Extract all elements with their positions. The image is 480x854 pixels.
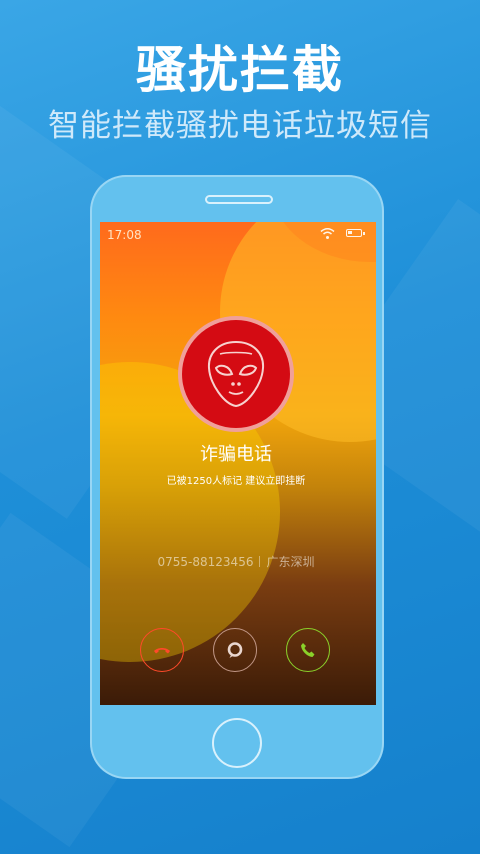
message-icon <box>227 642 243 658</box>
answer-icon <box>301 643 315 657</box>
alien-icon <box>207 340 265 408</box>
divider <box>259 556 261 567</box>
promo-title: 骚扰拦截 <box>136 41 344 99</box>
answer-button[interactable] <box>286 628 330 672</box>
caller-label: 诈骗电话 <box>200 444 272 465</box>
promo-subtitle: 智能拦截骚扰电话垃圾短信 <box>48 108 432 144</box>
battery-level <box>348 231 352 234</box>
battery-icon <box>346 229 365 237</box>
caller-number: 0755-88123456 <box>157 555 254 569</box>
caller-location: 广东深圳 <box>266 555 315 569</box>
phone-home-button <box>212 718 262 768</box>
caller-warning: 已被1250人标记 建议立即挂断 <box>166 476 306 487</box>
hang-up-button[interactable] <box>140 628 184 672</box>
caller-number-row: 0755-88123456 广东深圳 <box>120 553 352 570</box>
wifi-icon <box>320 228 335 239</box>
message-button[interactable] <box>213 628 257 672</box>
status-time: 17:08 <box>107 228 142 242</box>
phone-speaker <box>205 195 273 204</box>
hang-up-icon <box>154 648 170 654</box>
